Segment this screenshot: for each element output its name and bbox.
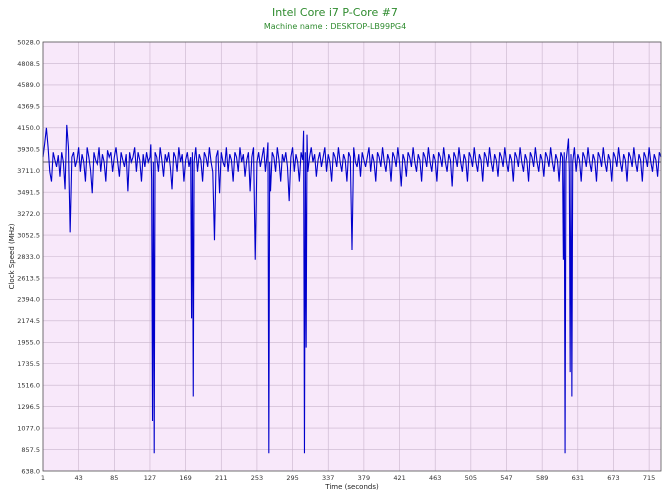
x-tick-label: 295 [286,474,298,482]
y-tick-label: 4150.0 [17,124,40,132]
x-tick-label: 85 [110,474,118,482]
x-tick-label: 1 [41,474,45,482]
x-tick-label: 211 [215,474,227,482]
x-tick-label: 127 [144,474,156,482]
x-tick-label: 631 [572,474,584,482]
y-tick-label: 1955.0 [17,339,40,347]
y-tick-label: 4589.0 [17,81,40,89]
y-tick-label: 1735.5 [17,360,40,368]
x-tick-label: 547 [500,474,512,482]
x-tick-label: 253 [251,474,263,482]
x-tick-label: 379 [358,474,370,482]
y-tick-label: 2613.5 [17,274,40,282]
y-tick-label: 4808.5 [17,60,40,68]
y-tick-label: 638.0 [21,467,40,475]
y-tick-label: 857.5 [21,446,40,454]
x-tick-label: 673 [607,474,619,482]
y-tick-label: 3711.0 [17,167,40,175]
y-tick-label: 1077.0 [17,424,40,432]
x-tick-label: 421 [393,474,405,482]
grid-lines [42,41,661,472]
clock-speed-chart: 638.0 857.5 1077.0 1296.5 1516.0 1735.5 1955.0… [8,38,662,491]
x-tick-label: 169 [179,474,191,482]
x-tick-label: 505 [465,474,477,482]
y-tick-label: 2833.0 [17,253,40,261]
y-tick-label: 1296.5 [17,403,40,411]
x-tick-label: 715 [643,474,655,482]
y-axis-ticks: 638.0 857.5 1077.0 1296.5 1516.0 1735.5 1955.0… [17,38,40,475]
y-axis-label: Clock Speed (MHz) [8,223,16,289]
x-axis-ticks: 1 43 85 127 169 211 253 295 337 379 421 463 505 547 58… [41,474,655,482]
y-tick-label: 1516.0 [17,382,40,390]
y-tick-label: 3272.0 [17,210,40,218]
x-tick-label: 337 [322,474,334,482]
x-tick-label: 43 [75,474,83,482]
y-tick-label: 3052.5 [17,231,40,239]
y-tick-label: 2174.5 [17,317,40,325]
y-tick-label: 3930.5 [17,146,40,154]
y-tick-label: 2394.0 [17,296,40,304]
y-tick-label: 5028.0 [17,38,40,46]
x-tick-label: 463 [429,474,441,482]
x-axis-label: Time (seconds) [324,483,379,491]
x-tick-label: 589 [536,474,548,482]
y-tick-label: 3491.5 [17,188,40,196]
y-tick-label: 4369.5 [17,103,40,111]
